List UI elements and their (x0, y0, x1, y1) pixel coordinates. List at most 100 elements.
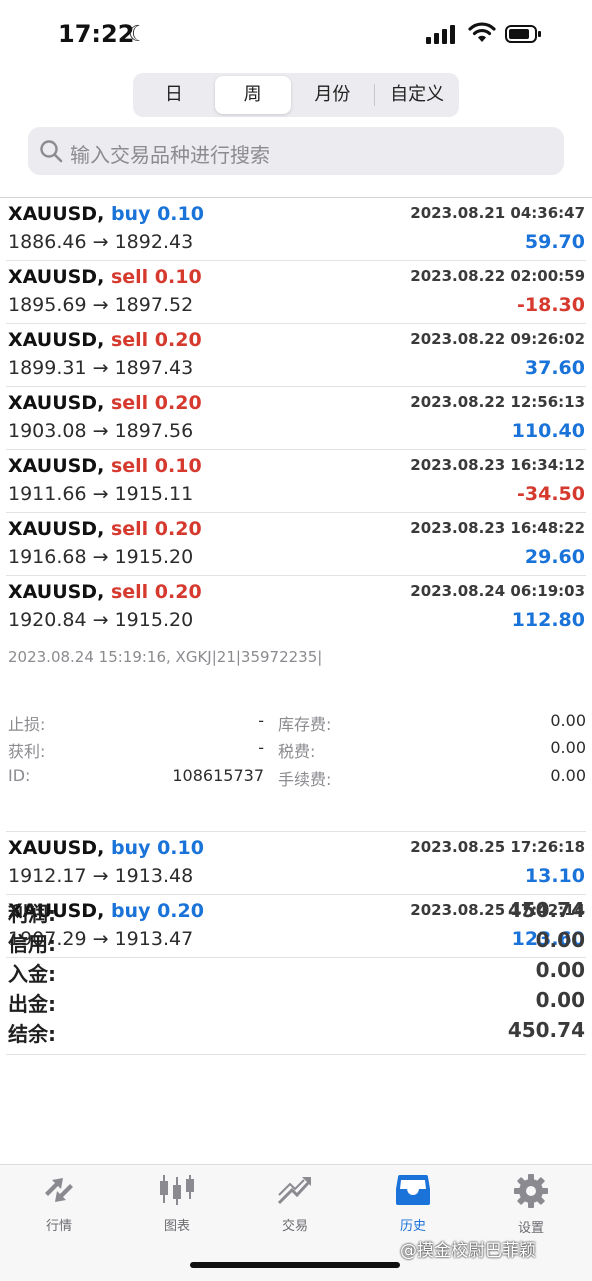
tab-history[interactable]: 历史 (363, 1173, 463, 1234)
deal-time: 2023.08.22 09:26:02 (410, 330, 585, 348)
tab-week[interactable]: 周 (214, 76, 291, 114)
history-icon (396, 1175, 430, 1205)
deal-time: 2023.08.24 06:19:03 (410, 582, 585, 600)
account-summary: 利润: 450.74 信用: 0.00 入金: 0.00 出金: 0.00 结余… (6, 896, 586, 1055)
detail-value: 108615737 (172, 766, 264, 785)
detail-value: - (258, 711, 264, 730)
deal-time: 2023.08.23 16:34:12 (410, 456, 585, 474)
tab-label: 设置 (517, 1221, 544, 1236)
deal-symbol: XAUUSD, sell 0.10 (8, 266, 202, 288)
deal-row[interactable]: XAUUSD, buy 0.10 2023.08.25 17:26:18 191… (6, 832, 586, 895)
deal-comment: 2023.08.24 15:19:16, XGKJ|21|35972235| (8, 648, 323, 666)
detail-value: 0.00 (550, 738, 586, 757)
summary-label: 信用: (8, 932, 56, 956)
summary-value: 450.74 (507, 1018, 585, 1042)
deal-details: 2023.08.24 15:19:16, XGKJ|21|35972235| 止… (6, 638, 586, 832)
battery-icon (505, 25, 541, 43)
deal-symbol: XAUUSD, sell 0.20 (8, 581, 202, 603)
deal-row-expanded[interactable]: XAUUSD, sell 0.20 2023.08.24 06:19:03 19… (6, 576, 586, 638)
detail-label: 获利: (8, 742, 46, 761)
deal-row[interactable]: XAUUSD, sell 0.10 2023.08.22 02:00:59 18… (6, 261, 586, 324)
deal-time: 2023.08.22 02:00:59 (410, 267, 585, 285)
trade-icon (277, 1177, 311, 1205)
summary-value: 0.00 (535, 988, 585, 1012)
summary-value: 0.00 (535, 928, 585, 952)
deal-profit: -34.50 (517, 483, 585, 505)
quotes-icon (45, 1178, 73, 1202)
deal-time: 2023.08.23 16:48:22 (410, 519, 585, 537)
deal-prices: 1903.08 → 1897.56 (8, 420, 194, 442)
deal-row[interactable]: XAUUSD, sell 0.20 2023.08.22 09:26:02 18… (6, 324, 586, 387)
deal-prices: 1886.46 → 1892.43 (8, 231, 194, 253)
tab-label: 历史 (399, 1219, 426, 1234)
detail-row: 止损: - 库存费: 0.00 (8, 711, 586, 734)
detail-label: ID: (8, 766, 31, 785)
deal-symbol: XAUUSD, sell 0.20 (8, 518, 202, 540)
tab-month[interactable]: 月份 (291, 76, 375, 114)
summary-label: 结余: (8, 1022, 56, 1046)
summary-row-balance: 结余: 450.74 (6, 1016, 586, 1046)
wifi-icon (468, 22, 496, 42)
settings-icon (514, 1174, 548, 1208)
deal-row[interactable]: XAUUSD, buy 0.10 2023.08.21 04:36:47 188… (6, 198, 586, 261)
tab-custom[interactable]: 自定义 (375, 76, 459, 114)
deal-prices: 1911.66 → 1915.11 (8, 483, 194, 505)
tab-label: 交易 (281, 1219, 308, 1234)
detail-value: - (258, 738, 264, 757)
deal-prices: 1920.84 → 1915.20 (8, 609, 194, 631)
deal-profit: 37.60 (524, 357, 585, 379)
summary-row-profit: 利润: 450.74 (6, 896, 586, 926)
deal-time: 2023.08.25 17:26:18 (410, 838, 585, 856)
status-time: 17:22 (58, 20, 135, 48)
detail-row: ID: 108615737 手续费: 0.00 (8, 766, 586, 789)
deal-profit: 112.80 (511, 609, 585, 631)
cellular-signal-icon (426, 24, 455, 44)
deal-time: 2023.08.22 12:56:13 (410, 393, 585, 411)
deal-row[interactable]: XAUUSD, sell 0.20 2023.08.23 16:48:22 19… (6, 513, 586, 576)
tab-settings[interactable]: 设置 (481, 1173, 581, 1236)
status-bar: 17:22 ☾ (0, 0, 592, 70)
search-placeholder: 输入交易品种进行搜索 (70, 143, 270, 167)
tab-trade[interactable]: 交易 (245, 1173, 345, 1234)
deal-prices: 1912.17 → 1913.48 (8, 865, 194, 887)
summary-row-withdrawal: 出金: 0.00 (6, 986, 586, 1016)
detail-row: 获利: - 税费: 0.00 (8, 738, 586, 761)
tab-quotes[interactable]: 行情 (9, 1173, 109, 1234)
moon-icon: ☾ (128, 22, 148, 47)
detail-label: 止损: (8, 715, 46, 734)
summary-row-credit: 信用: 0.00 (6, 926, 586, 956)
deal-prices: 1899.31 → 1897.43 (8, 357, 194, 379)
chart-icon (160, 1175, 194, 1205)
search-icon (40, 140, 63, 163)
search-input[interactable]: 输入交易品种进行搜索 (28, 127, 564, 175)
deal-symbol: XAUUSD, buy 0.10 (8, 837, 204, 859)
tab-label: 图表 (163, 1219, 190, 1234)
deal-symbol: XAUUSD, sell 0.10 (8, 455, 202, 477)
summary-row-deposit: 入金: 0.00 (6, 956, 586, 986)
deal-profit: 29.60 (524, 546, 585, 568)
deal-time: 2023.08.21 04:36:47 (410, 204, 585, 222)
deal-row[interactable]: XAUUSD, sell 0.10 2023.08.23 16:34:12 19… (6, 450, 586, 513)
deal-profit: 110.40 (511, 420, 585, 442)
tab-day[interactable]: 日 (133, 76, 215, 114)
detail-value: 0.00 (550, 766, 586, 785)
detail-label: 税费: (278, 742, 316, 761)
detail-value: 0.00 (550, 711, 586, 730)
deal-prices: 1895.69 → 1897.52 (8, 294, 194, 316)
summary-label: 出金: (8, 992, 56, 1016)
tab-chart[interactable]: 图表 (127, 1173, 227, 1234)
deal-profit: -18.30 (517, 294, 585, 316)
summary-value: 0.00 (535, 958, 585, 982)
summary-label: 入金: (8, 962, 56, 986)
period-segmented-control: 日 周 月份 自定义 (133, 73, 459, 117)
home-indicator (190, 1262, 400, 1268)
detail-label: 库存费: (278, 715, 332, 734)
deal-profit: 59.70 (524, 231, 585, 253)
summary-label: 利润: (8, 902, 56, 926)
watermark-text: @摸金校尉巴菲颖 (400, 1241, 536, 1261)
deal-symbol: XAUUSD, sell 0.20 (8, 329, 202, 351)
deal-symbol: XAUUSD, sell 0.20 (8, 392, 202, 414)
deal-row[interactable]: XAUUSD, sell 0.20 2023.08.22 12:56:13 19… (6, 387, 586, 450)
deal-profit: 13.10 (524, 865, 585, 887)
deal-symbol: XAUUSD, buy 0.10 (8, 203, 204, 225)
